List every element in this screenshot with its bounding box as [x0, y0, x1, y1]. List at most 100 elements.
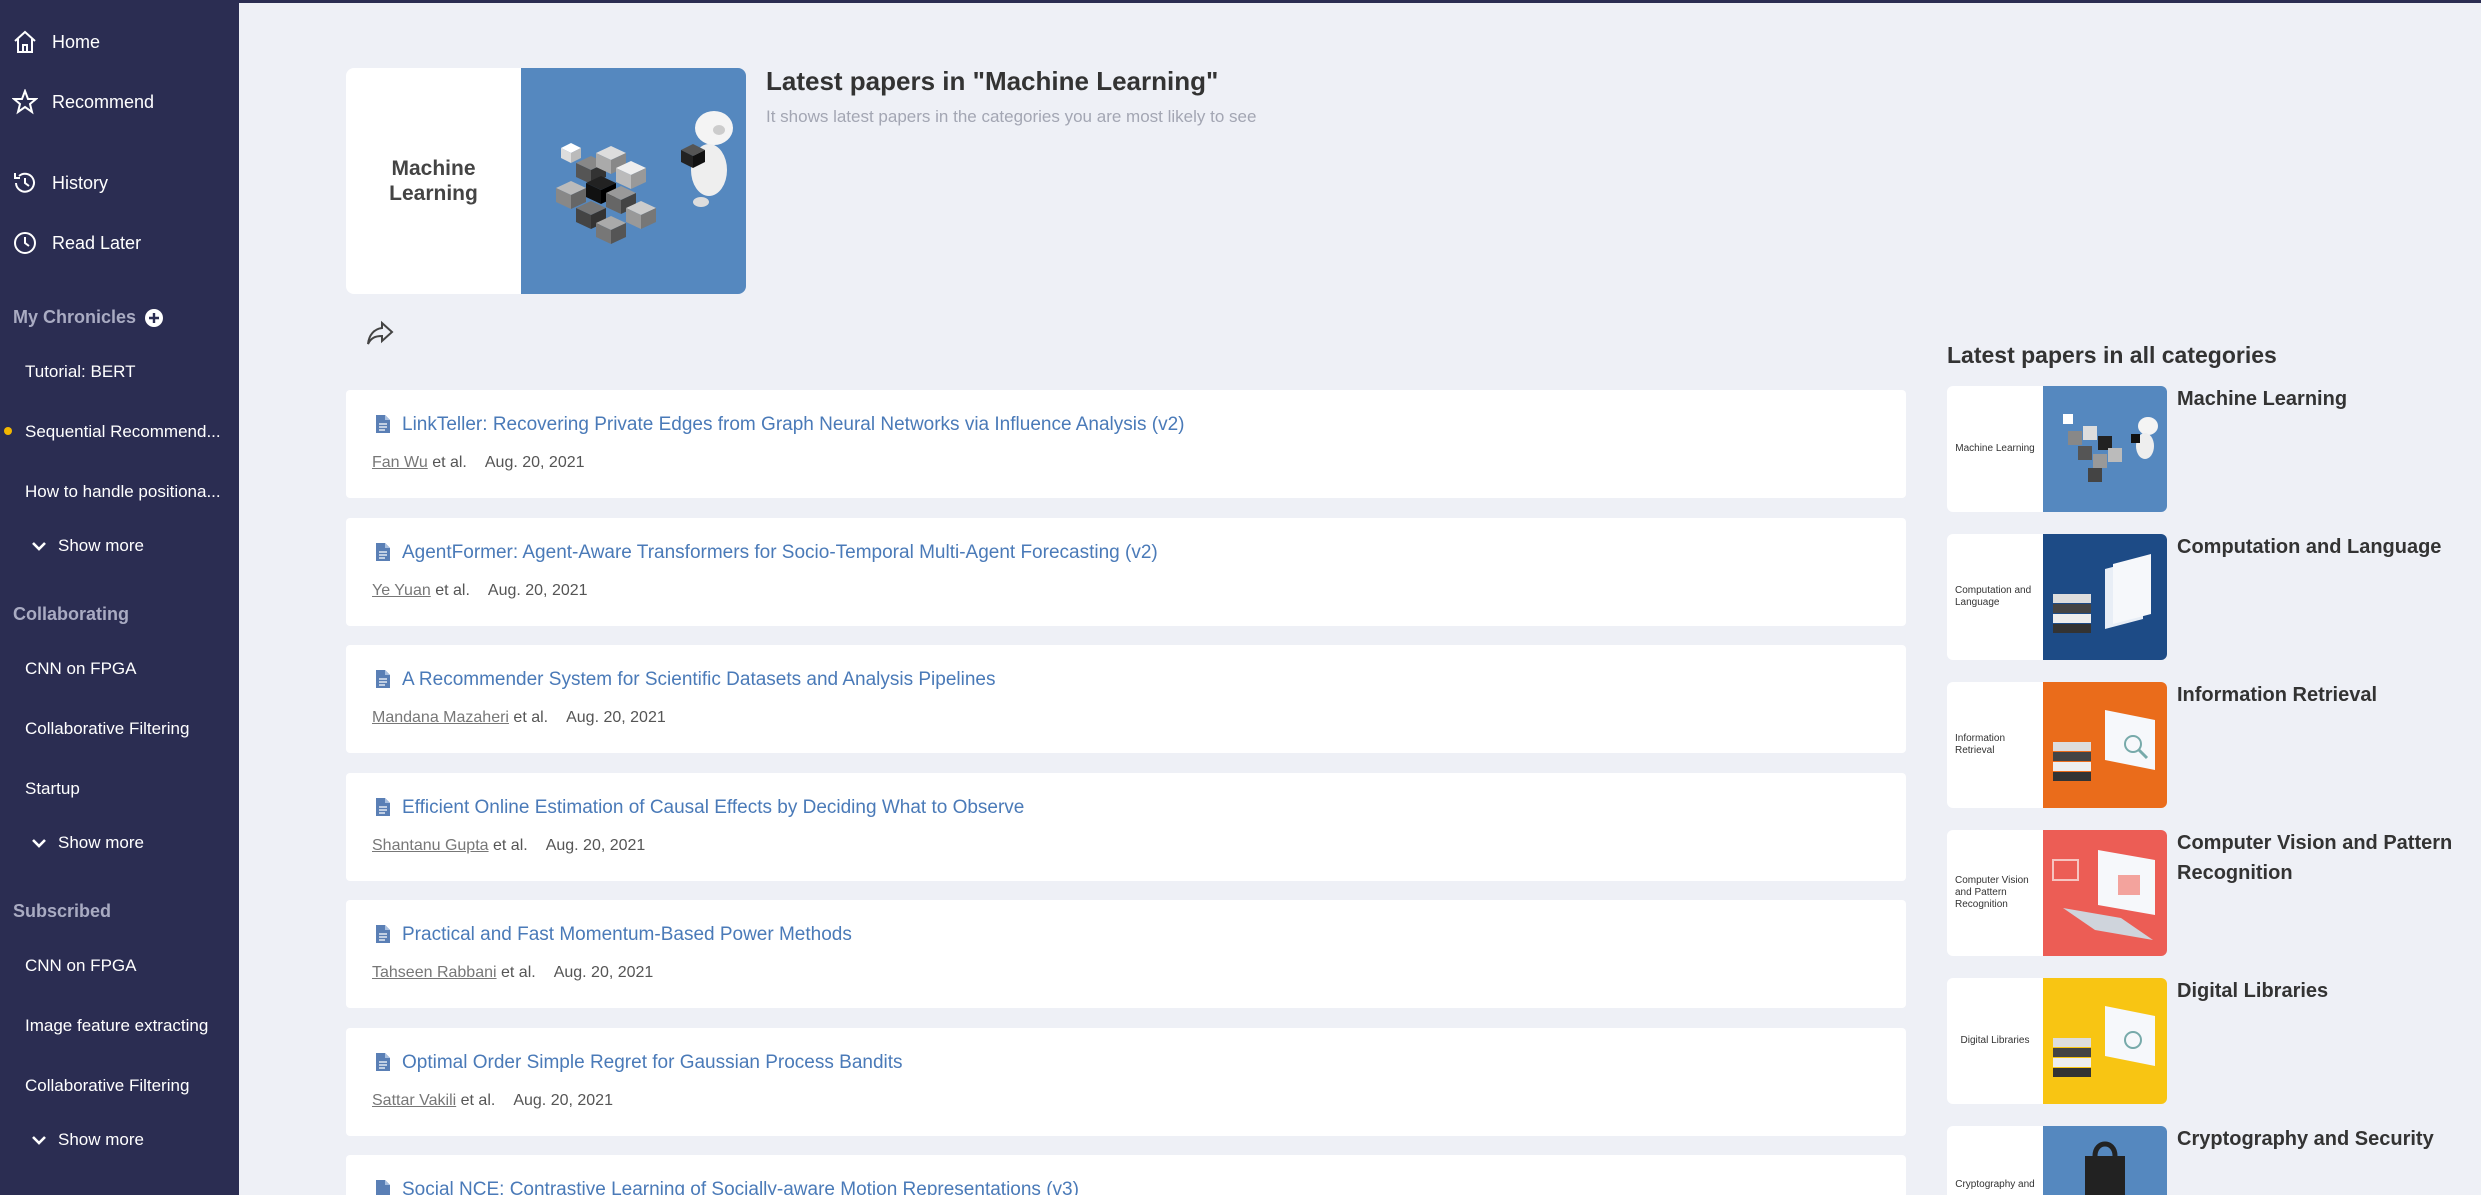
show-more-label: Show more: [58, 1130, 144, 1149]
category-thumb-image: [2043, 682, 2167, 808]
collaborating-show-more[interactable]: Show more: [30, 833, 144, 853]
paper-etal: et al.: [513, 709, 549, 726]
chronicles-show-more[interactable]: Show more: [30, 536, 144, 556]
paper-card[interactable]: Practical and Fast Momentum-Based Power …: [346, 900, 1906, 1008]
page-subtitle: It shows latest papers in the categories…: [766, 107, 1257, 126]
category-name[interactable]: Information Retrieval: [2177, 680, 2467, 710]
paper-date: Aug. 20, 2021: [553, 964, 654, 981]
category-thumbnail[interactable]: Digital Libraries: [1947, 978, 2167, 1104]
paper-title-link[interactable]: LinkTeller: Recovering Private Edges fro…: [402, 414, 1185, 436]
my-chronicles-title: My Chronicles: [13, 307, 137, 327]
paper-etal: et al.: [435, 582, 470, 599]
paper-meta: Shantanu Gupta et al. Aug. 20, 2021: [372, 837, 645, 855]
category-thumbnail[interactable]: Machine Learning: [1947, 386, 2167, 512]
paper-author-link[interactable]: Ye Yuan: [372, 582, 431, 599]
paper-date: Aug. 20, 2021: [513, 1092, 613, 1109]
nav-history-label: History: [52, 172, 109, 193]
nav-recommend-label: Recommend: [52, 91, 155, 112]
category-thumbnail[interactable]: Computer Vision and Pattern Recognition: [1947, 830, 2167, 956]
chevron-down-icon: [32, 542, 46, 551]
category-thumb-label: Machine Learning: [1947, 386, 2043, 512]
chronicle-item[interactable]: Tutorial: BERT: [25, 362, 230, 382]
paper-title-link[interactable]: Practical and Fast Momentum-Based Power …: [402, 924, 852, 946]
document-icon: [376, 1180, 390, 1195]
document-icon: [376, 798, 390, 816]
collaborating-item[interactable]: Collaborative Filtering: [25, 719, 230, 739]
category-thumb-image: [2043, 1126, 2167, 1195]
paper-title-link[interactable]: AgentFormer: Agent-Aware Transformers fo…: [402, 542, 1158, 564]
collaborating-item[interactable]: Startup: [25, 779, 230, 799]
category-thumbnail[interactable]: Information Retrieval: [1947, 682, 2167, 808]
nav-read-later[interactable]: Read Later: [0, 223, 239, 263]
nav-history[interactable]: History: [0, 163, 239, 203]
paper-date: Aug. 20, 2021: [545, 837, 646, 854]
nav-home[interactable]: Home: [0, 22, 239, 62]
category-thumb-image: [2043, 978, 2167, 1104]
category-thumbnail[interactable]: Cryptography and: [1947, 1126, 2167, 1195]
all-categories-title: Latest papers in all categories: [1947, 342, 2277, 368]
category-name[interactable]: Computation and Language: [2177, 532, 2467, 562]
paper-title-link[interactable]: Social NCE: Contrastive Learning of Soci…: [402, 1179, 1079, 1195]
category-thumb-label: Information Retrieval: [1947, 682, 2043, 808]
paper-title-link[interactable]: Optimal Order Simple Regret for Gaussian…: [402, 1052, 903, 1074]
paper-author-link[interactable]: Shantanu Gupta: [372, 837, 489, 854]
subscribed-show-more[interactable]: Show more: [30, 1130, 144, 1150]
paper-card[interactable]: Optimal Order Simple Regret for Gaussian…: [346, 1028, 1906, 1136]
category-name[interactable]: Cryptography and Security: [2177, 1124, 2467, 1154]
page-title: Latest papers in "Machine Learning": [766, 66, 1219, 96]
category-thumb-image: [2043, 534, 2167, 660]
paper-author-link[interactable]: Tahseen Rabbani: [372, 964, 497, 981]
my-chronicles-heading: My Chronicles: [13, 307, 164, 328]
nav-recommend[interactable]: Recommend: [0, 82, 239, 122]
paper-date: Aug. 20, 2021: [487, 582, 588, 599]
document-icon: [376, 925, 390, 943]
home-icon: [14, 30, 36, 53]
document-icon: [376, 670, 390, 688]
banner-illustration: [521, 68, 746, 294]
category-name[interactable]: Digital Libraries: [2177, 976, 2467, 1006]
subscribed-item[interactable]: Image feature extracting: [25, 1016, 230, 1036]
subscribed-item[interactable]: CNN on FPGA: [25, 956, 230, 976]
show-more-label: Show more: [58, 536, 144, 555]
nav-read-later-label: Read Later: [52, 232, 142, 253]
show-more-label: Show more: [58, 833, 144, 852]
unread-dot: [4, 427, 12, 435]
paper-date: Aug. 20, 2021: [566, 709, 666, 726]
paper-title-link[interactable]: Efficient Online Estimation of Causal Ef…: [402, 797, 1024, 819]
paper-etal: et al.: [493, 837, 528, 854]
paper-meta: Ye Yuan et al. Aug. 20, 2021: [372, 582, 588, 600]
category-thumbnail[interactable]: Computation and Language: [1947, 534, 2167, 660]
paper-author-link[interactable]: Fan Wu: [372, 454, 428, 471]
category-thumb-label: Cryptography and: [1947, 1126, 2043, 1195]
chevron-down-icon: [32, 1136, 46, 1145]
subscribed-item[interactable]: Collaborative Filtering: [25, 1076, 230, 1096]
chronicle-item[interactable]: Sequential Recommend...: [25, 422, 230, 442]
paper-author-link[interactable]: Sattar Vakili: [372, 1092, 456, 1109]
paper-card[interactable]: LinkTeller: Recovering Private Edges fro…: [346, 390, 1906, 498]
document-icon: [376, 543, 390, 561]
paper-title-link[interactable]: A Recommender System for Scientific Data…: [402, 669, 996, 691]
paper-etal: et al.: [460, 1092, 496, 1109]
chevron-down-icon: [32, 839, 46, 848]
history-icon: [14, 172, 35, 193]
category-thumb-image: [2043, 830, 2167, 956]
paper-etal: et al.: [501, 964, 536, 981]
chronicle-item[interactable]: How to handle positiona...: [25, 482, 230, 502]
category-thumb-label: Computation and Language: [1947, 534, 2043, 660]
clock-icon: [14, 232, 36, 254]
share-icon[interactable]: [364, 318, 396, 348]
paper-meta: Fan Wu et al. Aug. 20, 2021: [372, 454, 585, 472]
paper-author-link[interactable]: Mandana Mazaheri: [372, 709, 509, 726]
paper-date: Aug. 20, 2021: [484, 454, 585, 471]
category-name[interactable]: Machine Learning: [2177, 384, 2467, 414]
paper-card[interactable]: Efficient Online Estimation of Causal Ef…: [346, 773, 1906, 881]
paper-card[interactable]: Social NCE: Contrastive Learning of Soci…: [346, 1155, 1906, 1195]
category-name[interactable]: Computer Vision and Pattern Recognition: [2177, 828, 2467, 888]
add-chronicle-icon[interactable]: [144, 308, 164, 328]
cubes-illustration: [556, 143, 656, 244]
category-banner: Machine Learning: [346, 68, 746, 294]
paper-card[interactable]: A Recommender System for Scientific Data…: [346, 645, 1906, 753]
top-border: [239, 0, 2481, 3]
paper-card[interactable]: AgentFormer: Agent-Aware Transformers fo…: [346, 518, 1906, 626]
collaborating-item[interactable]: CNN on FPGA: [25, 659, 230, 679]
